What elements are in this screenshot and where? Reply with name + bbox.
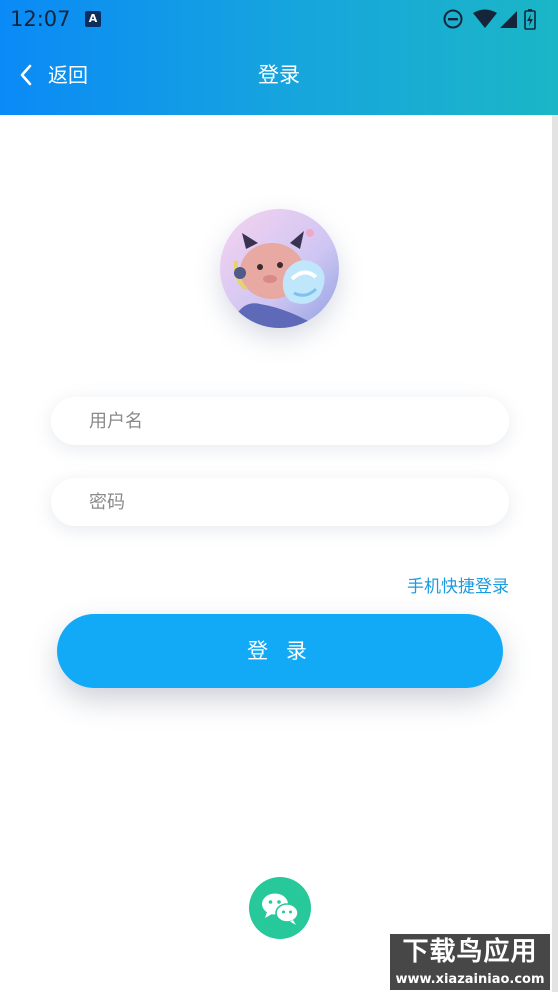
do-not-disturb-icon xyxy=(443,9,463,29)
login-screen: 12:07 A 返回 登录 用户名 手机快捷登录 登 录 下载鸟应用 www.x… xyxy=(0,0,558,992)
login-button[interactable]: 登 录 xyxy=(57,614,503,688)
signal-icon xyxy=(500,11,517,28)
status-time: 12:07 xyxy=(10,7,71,31)
wifi-icon xyxy=(473,9,497,28)
wechat-login-button[interactable] xyxy=(249,877,311,939)
watermark: 下载鸟应用 www.xiazainiao.com xyxy=(390,934,558,992)
avatar xyxy=(220,209,339,328)
scrollbar[interactable] xyxy=(552,115,558,992)
page-title: 登录 xyxy=(258,63,300,87)
phone-quick-login-link[interactable]: 手机快捷登录 xyxy=(407,575,509,599)
watermark-title: 下载鸟应用 xyxy=(390,934,550,970)
password-input[interactable] xyxy=(51,478,509,526)
wechat-icon xyxy=(262,893,299,925)
battery-icon xyxy=(524,9,536,30)
app-notification-icon: A xyxy=(85,11,101,27)
status-bar: 12:07 A xyxy=(0,0,558,40)
password-field-wrapper xyxy=(51,478,509,526)
status-icons xyxy=(442,7,550,31)
username-field-wrapper xyxy=(51,397,509,445)
watermark-url: www.xiazainiao.com xyxy=(390,970,550,990)
username-input[interactable] xyxy=(51,397,509,445)
